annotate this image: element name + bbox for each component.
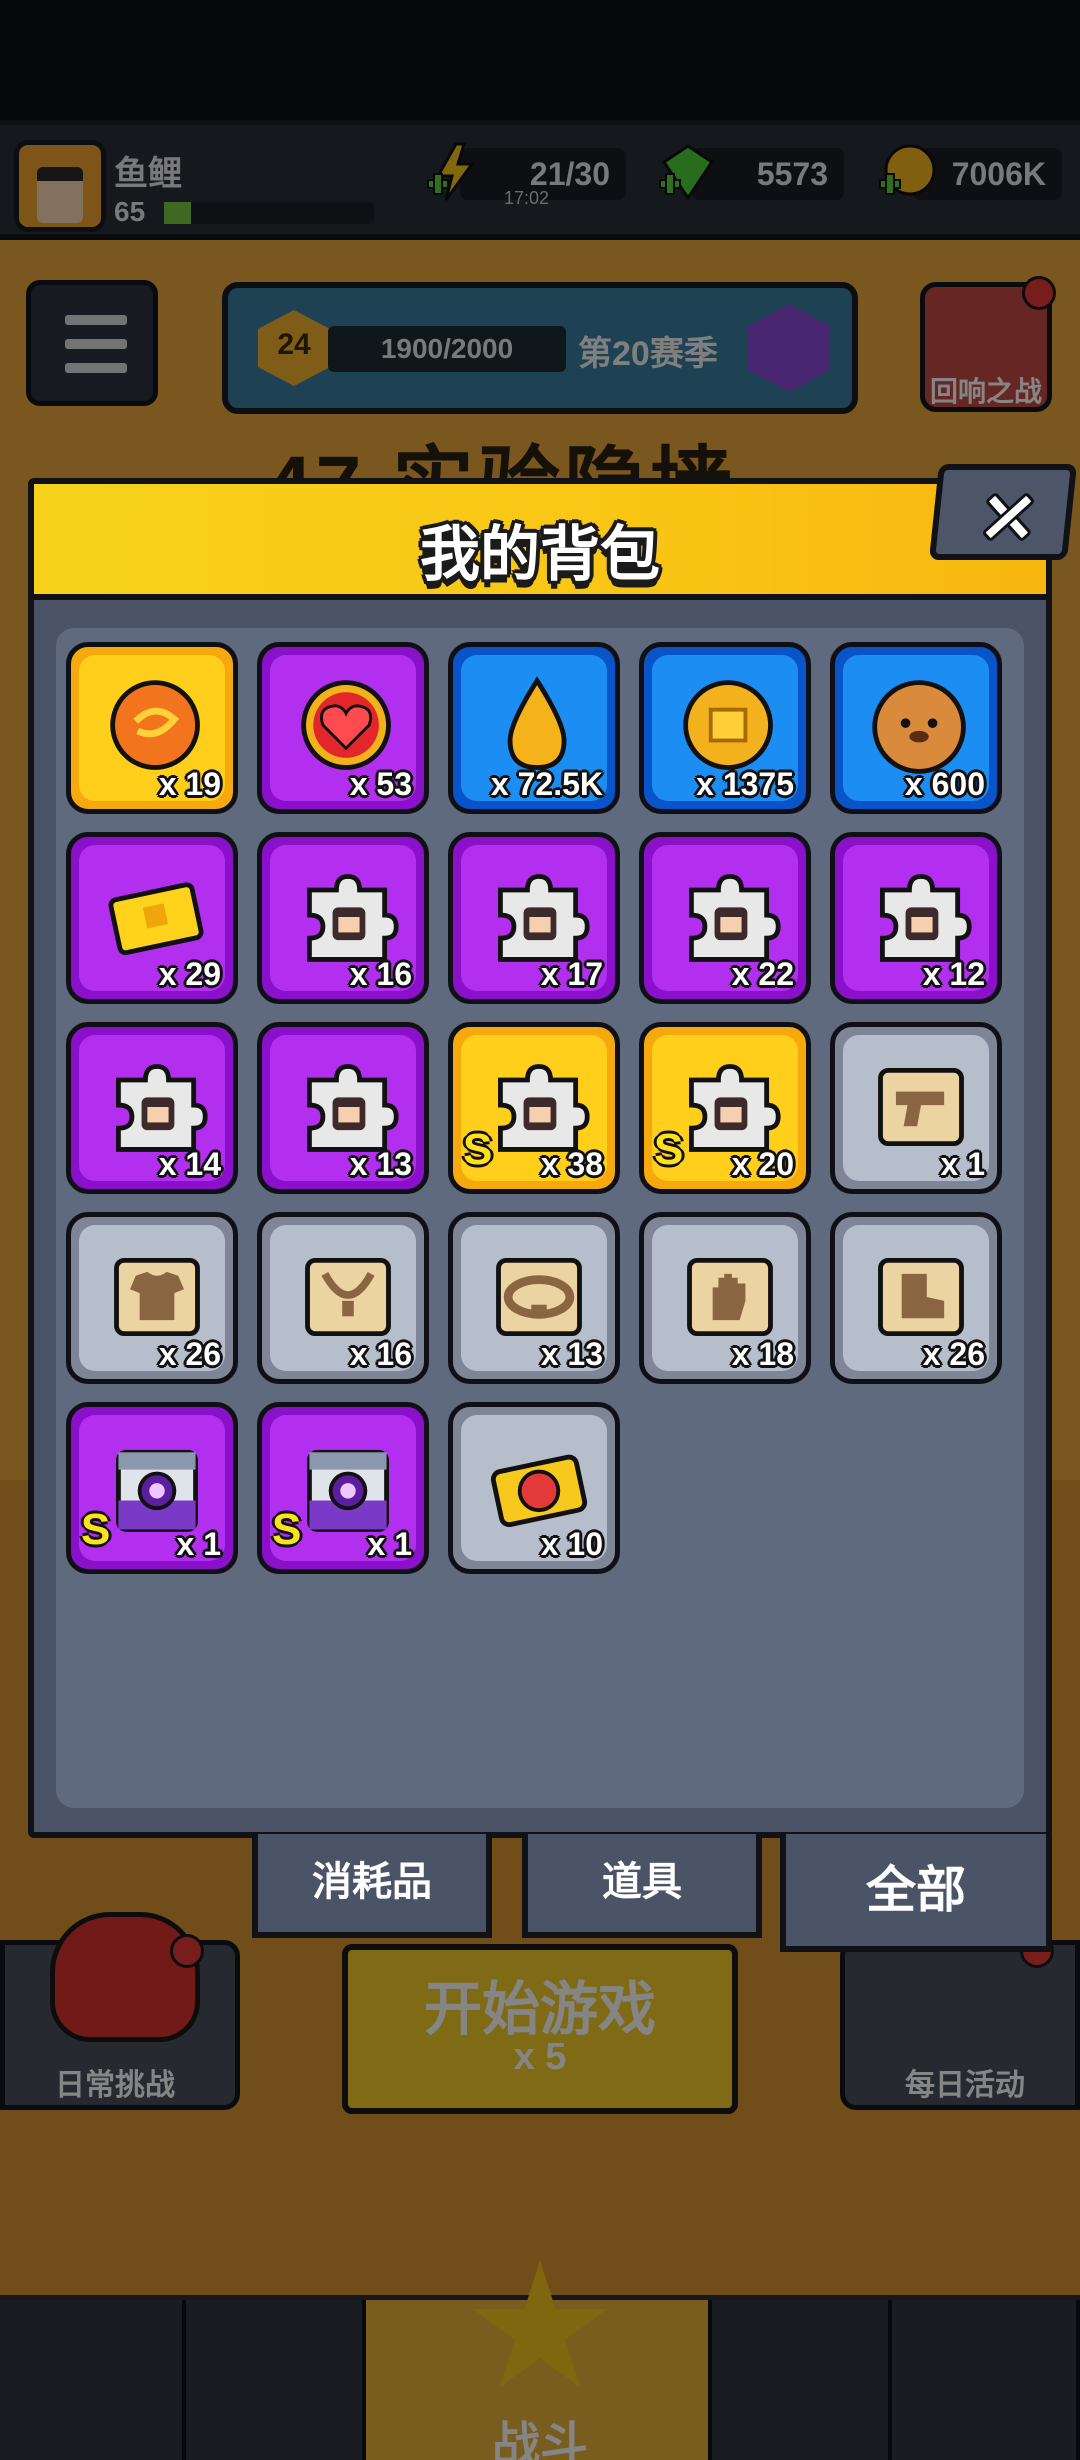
item-grid: x 19 x 53 x 72.5K x 1375 x 600 x 29 x 16 x 17 x … bbox=[56, 628, 1024, 1808]
gold-ticket-icon bbox=[108, 882, 204, 956]
inventory-item[interactable]: x 18 bbox=[639, 1212, 811, 1384]
item-count: x 1 bbox=[940, 1146, 985, 1182]
oil-drop-icon bbox=[507, 676, 567, 770]
item-count: x 14 bbox=[158, 1146, 221, 1182]
inventory-item[interactable]: x 19 bbox=[66, 642, 238, 814]
puzzle-piece-icon bbox=[307, 1064, 399, 1152]
item-count: x 1375 bbox=[696, 766, 794, 802]
inventory-item[interactable]: x 26 bbox=[830, 1212, 1002, 1384]
inventory-item[interactable]: x 16 bbox=[257, 832, 429, 1004]
inventory-item[interactable]: Sx 20 bbox=[639, 1022, 811, 1194]
tab-props[interactable]: 道具 bbox=[522, 1834, 762, 1938]
s-rank-badge: S bbox=[654, 1125, 684, 1174]
scroll-glove-icon bbox=[687, 1257, 773, 1337]
inventory-item[interactable]: Sx 1 bbox=[257, 1402, 429, 1574]
tab-all[interactable]: 全部 bbox=[780, 1834, 1052, 1952]
inventory-item[interactable]: x 29 bbox=[66, 832, 238, 1004]
item-count: x 20 bbox=[731, 1146, 794, 1182]
inventory-item[interactable]: x 13 bbox=[257, 1022, 429, 1194]
item-count: x 1 bbox=[176, 1526, 221, 1562]
inventory-item[interactable]: Sx 1 bbox=[66, 1402, 238, 1574]
inventory-item[interactable]: x 14 bbox=[66, 1022, 238, 1194]
item-count: x 16 bbox=[349, 1336, 412, 1372]
inventory-item[interactable]: x 53 bbox=[257, 642, 429, 814]
puzzle-piece-icon bbox=[689, 874, 781, 962]
inventory-item[interactable]: x 16 bbox=[257, 1212, 429, 1384]
scroll-gun-icon bbox=[878, 1067, 964, 1147]
item-count: x 26 bbox=[158, 1336, 221, 1372]
puzzle-piece-icon bbox=[689, 1064, 781, 1152]
item-count: x 38 bbox=[540, 1146, 603, 1182]
item-count: x 600 bbox=[904, 766, 985, 802]
item-count: x 10 bbox=[540, 1526, 603, 1562]
scroll-boot-icon bbox=[878, 1257, 964, 1337]
item-count: x 18 bbox=[731, 1336, 794, 1372]
item-count: x 12 bbox=[922, 956, 985, 992]
s-rank-badge: S bbox=[81, 1505, 111, 1554]
scroll-shirt-icon bbox=[114, 1257, 200, 1337]
item-count: x 19 bbox=[158, 766, 221, 802]
inventory-item[interactable]: x 1 bbox=[830, 1022, 1002, 1194]
dog-cookie-icon bbox=[872, 680, 966, 774]
scroll-belt-icon bbox=[496, 1257, 582, 1337]
item-count: x 53 bbox=[349, 766, 412, 802]
modal-header: 我的背包 bbox=[34, 484, 1046, 600]
s-rank-badge: S bbox=[272, 1505, 302, 1554]
puzzle-piece-icon bbox=[498, 1064, 590, 1152]
scroll-necklace-icon bbox=[305, 1257, 391, 1337]
heart-token-icon bbox=[301, 680, 391, 770]
chest-icon bbox=[307, 1449, 389, 1532]
inventory-item[interactable]: x 72.5K bbox=[448, 642, 620, 814]
inventory-item[interactable]: x 1375 bbox=[639, 642, 811, 814]
puzzle-piece-icon bbox=[880, 874, 972, 962]
item-count: x 22 bbox=[731, 956, 794, 992]
inventory-item[interactable]: x 13 bbox=[448, 1212, 620, 1384]
devil-ticket-icon bbox=[490, 1454, 588, 1528]
item-count: x 29 bbox=[158, 956, 221, 992]
chest-icon bbox=[116, 1449, 198, 1532]
item-count: x 72.5K bbox=[490, 766, 603, 802]
s-rank-badge: S bbox=[463, 1125, 493, 1174]
inventory-item[interactable]: x 600 bbox=[830, 642, 1002, 814]
item-count: x 13 bbox=[540, 1336, 603, 1372]
close-button[interactable] bbox=[928, 464, 1078, 560]
inventory-item[interactable]: x 26 bbox=[66, 1212, 238, 1384]
item-count: x 13 bbox=[349, 1146, 412, 1182]
item-count: x 26 bbox=[922, 1336, 985, 1372]
item-count: x 16 bbox=[349, 956, 412, 992]
inventory-item[interactable]: x 22 bbox=[639, 832, 811, 1004]
tab-consumables[interactable]: 消耗品 bbox=[252, 1834, 492, 1938]
item-count: x 17 bbox=[540, 956, 603, 992]
modal-title: 我的背包 bbox=[420, 521, 660, 588]
puzzle-piece-icon bbox=[498, 874, 590, 962]
inventory-item[interactable]: x 17 bbox=[448, 832, 620, 1004]
inventory-item[interactable]: x 10 bbox=[448, 1402, 620, 1574]
inventory-item[interactable]: Sx 38 bbox=[448, 1022, 620, 1194]
inventory-item[interactable]: x 12 bbox=[830, 832, 1002, 1004]
orange-orb-icon bbox=[110, 680, 200, 770]
item-count: x 1 bbox=[367, 1526, 412, 1562]
puzzle-piece-icon bbox=[116, 1064, 208, 1152]
backpack-modal: 我的背包 x 19 x 53 x 72.5K x 1375 x 600 x 29 x 16 x… bbox=[28, 478, 1052, 1838]
gold-coin-icon bbox=[683, 680, 773, 770]
puzzle-piece-icon bbox=[307, 874, 399, 962]
